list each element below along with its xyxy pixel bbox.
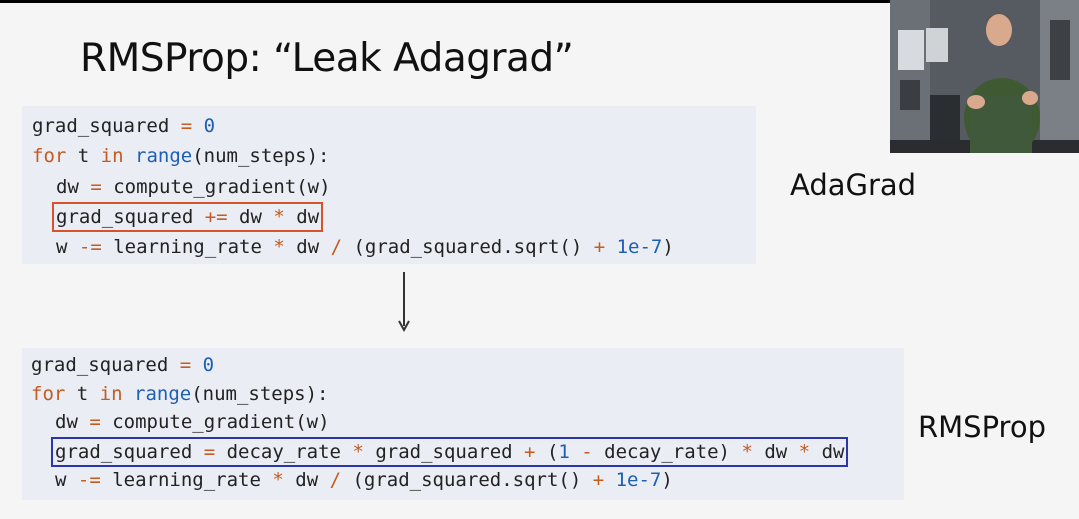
rmsprop-highlight-box: grad_squared = decay_rate * grad_squared… <box>51 437 849 468</box>
code-token: learning_rate <box>113 236 262 259</box>
code-line: for t in range(num_steps): <box>32 141 756 171</box>
code-operator: * <box>261 236 297 259</box>
code-line: for t in range(num_steps): <box>31 380 904 409</box>
code-line: w -= learning_rate * dw / (grad_squared.… <box>31 466 904 495</box>
code-number: 0 <box>203 115 216 137</box>
code-number: 1e-7 <box>616 236 663 259</box>
code-token: (grad_squared.sqrt() <box>352 468 582 491</box>
code-token: (grad_squared.sqrt() <box>353 236 583 259</box>
code-token: t <box>65 382 100 405</box>
code-token: t <box>66 145 101 168</box>
code-token: ) <box>662 236 674 259</box>
code-line: grad_squared += dw * dw <box>32 201 756 232</box>
code-operator: * <box>341 441 376 464</box>
code-operator: / <box>319 236 354 259</box>
code-token: (num_steps): <box>191 382 329 405</box>
code-token: dw <box>821 441 845 464</box>
code-line: grad_squared = 0 <box>31 351 904 380</box>
lecturer-video-image <box>890 0 1079 153</box>
rmsprop-code-block: grad_squared = 0 for t in range(num_step… <box>22 348 904 500</box>
code-token: grad_squared <box>56 205 194 228</box>
rmsprop-label: RMSProp <box>918 410 1046 444</box>
code-token: w <box>56 236 68 259</box>
code-token: grad_squared <box>32 115 170 137</box>
code-token: dw <box>295 468 319 491</box>
code-token: dw <box>296 236 320 259</box>
code-operator: - <box>569 441 605 464</box>
code-operator: * <box>260 468 296 491</box>
code-token: dw <box>239 205 262 228</box>
code-keyword: for <box>32 145 67 168</box>
code-operator: = <box>192 441 227 464</box>
code-token: ( <box>546 441 559 464</box>
code-token: decay_rate <box>226 441 341 464</box>
code-token: grad_squared <box>375 441 513 464</box>
adagrad-label: AdaGrad <box>790 168 917 202</box>
code-token: grad_squared <box>55 441 193 464</box>
code-token: (num_steps): <box>192 145 330 168</box>
code-number: 0 <box>202 354 215 376</box>
code-operator: = <box>169 115 204 137</box>
code-operator: * <box>730 441 765 464</box>
code-token: decay_rate) <box>604 441 731 464</box>
code-operator: = <box>78 175 114 198</box>
code-token: dw <box>55 411 78 434</box>
code-operator: = <box>168 354 203 376</box>
code-token: w <box>55 468 67 491</box>
code-operator: = <box>77 411 113 434</box>
adagrad-code-block: grad_squared = 0 for t in range(num_step… <box>22 106 756 264</box>
slide-title: RMSProp: “Leak Adagrad” <box>80 36 574 81</box>
code-token: dw <box>764 441 788 464</box>
code-operator: * <box>787 441 822 464</box>
code-line: w -= learning_rate * dw / (grad_squared.… <box>32 232 756 262</box>
code-operator: -= <box>67 236 114 259</box>
code-keyword: in <box>99 382 123 405</box>
code-line: dw = compute_gradient(w) <box>32 172 756 202</box>
down-arrow-icon <box>398 272 410 333</box>
code-builtin: range <box>134 382 192 405</box>
code-operator: / <box>318 468 353 491</box>
code-operator: += <box>193 205 240 228</box>
code-builtin: range <box>135 145 193 168</box>
code-keyword: for <box>31 382 66 405</box>
code-line: dw = compute_gradient(w) <box>31 408 904 437</box>
code-keyword: in <box>100 145 124 168</box>
code-line: grad_squared = decay_rate * grad_squared… <box>31 437 904 468</box>
code-operator: + <box>512 441 547 464</box>
code-token: grad_squared <box>31 354 169 376</box>
code-token: learning_rate <box>112 468 261 491</box>
code-operator: -= <box>66 468 113 491</box>
code-operator: + <box>581 468 616 491</box>
adagrad-highlight-box: grad_squared += dw * dw <box>52 201 324 232</box>
slide: RMSProp: “Leak Adagrad” grad_squared = 0… <box>0 0 1079 519</box>
code-number: 1 <box>558 441 570 464</box>
lecturer-video-overlay <box>890 0 1079 153</box>
code-number: 1e-7 <box>615 468 662 491</box>
code-token: dw <box>56 175 79 198</box>
code-operator: + <box>582 236 617 259</box>
code-line: grad_squared = 0 <box>32 111 756 141</box>
code-token: ) <box>661 468 673 491</box>
code-token: compute_gradient(w) <box>112 411 330 434</box>
code-operator: * <box>261 205 297 228</box>
code-token: compute_gradient(w) <box>113 175 331 198</box>
code-token: dw <box>296 205 320 228</box>
